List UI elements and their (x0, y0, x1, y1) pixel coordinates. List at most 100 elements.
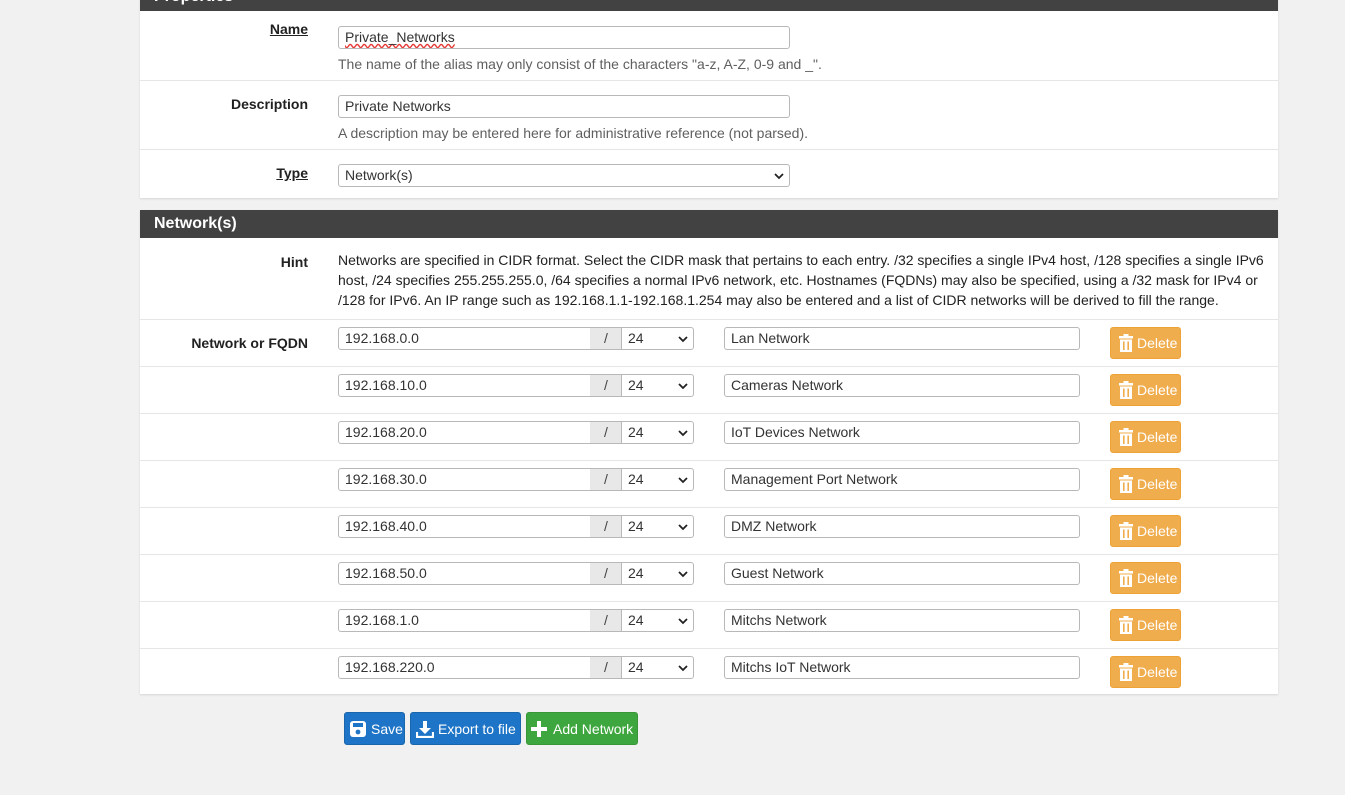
cidr-mask-select[interactable]: 24 (621, 374, 694, 397)
trash-icon (1119, 475, 1133, 493)
save-button[interactable]: Save (344, 712, 405, 745)
network-address-value: 192.168.50.0 (345, 565, 427, 581)
cidr-mask-value: 24 (628, 330, 644, 346)
network-address-input[interactable]: 192.168.30.0 (338, 468, 591, 491)
network-address-value: 192.168.20.0 (345, 424, 427, 440)
cidr-mask-select[interactable]: 24 (621, 609, 694, 632)
delete-button[interactable]: Delete (1110, 421, 1181, 453)
name-input[interactable]: Private_Networks (338, 26, 790, 49)
cidr-slash: / (590, 609, 622, 632)
network-address-input[interactable]: 192.168.1.0 (338, 609, 591, 632)
delete-button[interactable]: Delete (1110, 656, 1181, 688)
save-label: Save (371, 721, 403, 737)
network-row: 192.168.40.0 / 24 DMZ Network Delete (140, 507, 1278, 554)
network-address-value: 192.168.10.0 (345, 377, 427, 393)
network-address-input[interactable]: 192.168.50.0 (338, 562, 591, 585)
chevron-down-icon (678, 383, 688, 390)
network-description-value: Management Port Network (731, 471, 898, 487)
properties-panel: Properties Name Private_Networks The nam… (140, 0, 1278, 198)
delete-label: Delete (1137, 382, 1178, 398)
name-value: Private_Networks (345, 29, 455, 45)
delete-button[interactable]: Delete (1110, 327, 1181, 359)
trash-icon (1119, 334, 1133, 352)
cidr-mask-value: 24 (628, 471, 644, 487)
cidr-mask-select[interactable]: 24 (621, 562, 694, 585)
cidr-mask-select[interactable]: 24 (621, 327, 694, 350)
trash-icon (1119, 569, 1133, 587)
cidr-mask-select[interactable]: 24 (621, 468, 694, 491)
floppy-disk-icon (350, 721, 366, 737)
trash-icon (1119, 616, 1133, 634)
cidr-mask-value: 24 (628, 424, 644, 440)
chevron-down-icon (678, 430, 688, 437)
network-row: 192.168.30.0 / 24 Management Port Network De… (140, 460, 1278, 507)
network-description-input[interactable]: Mitchs IoT Network (724, 656, 1080, 679)
chevron-down-icon (678, 336, 688, 343)
delete-label: Delete (1137, 335, 1178, 351)
cidr-slash: / (590, 468, 622, 491)
network-description-input[interactable]: Guest Network (724, 562, 1080, 585)
trash-icon (1119, 522, 1133, 540)
network-description-input[interactable]: IoT Devices Network (724, 421, 1080, 444)
network-address-input[interactable]: 192.168.220.0 (338, 656, 591, 679)
trash-icon (1119, 381, 1133, 399)
name-row: Name Private_Networks The name of the al… (140, 11, 1278, 80)
type-label: Type (276, 165, 308, 181)
network-description-input[interactable]: Management Port Network (724, 468, 1080, 491)
network-description-input[interactable]: Cameras Network (724, 374, 1080, 397)
network-description-value: Guest Network (731, 565, 824, 581)
delete-label: Delete (1137, 664, 1178, 680)
network-description-value: Cameras Network (731, 377, 844, 393)
network-address-input[interactable]: 192.168.40.0 (338, 515, 591, 538)
network-description-input[interactable]: Lan Network (724, 327, 1080, 350)
chevron-down-icon (678, 477, 688, 484)
cidr-mask-value: 24 (628, 612, 644, 628)
cidr-mask-select[interactable]: 24 (621, 515, 694, 538)
cidr-slash: / (590, 562, 622, 585)
cidr-mask-select[interactable]: 24 (621, 421, 694, 444)
plus-icon (531, 721, 547, 737)
chevron-down-icon (774, 173, 784, 180)
cidr-mask-select[interactable]: 24 (621, 656, 694, 679)
properties-heading: Properties (140, 0, 1278, 11)
delete-label: Delete (1137, 617, 1178, 633)
network-address-input[interactable]: 192.168.10.0 (338, 374, 591, 397)
network-row-label: Network or FQDN (191, 335, 308, 351)
chevron-down-icon (678, 571, 688, 578)
network-description-value: Lan Network (731, 330, 810, 346)
description-value: Private Networks (345, 98, 451, 114)
cidr-mask-value: 24 (628, 518, 644, 534)
type-row: Type Network(s) (140, 149, 1278, 198)
delete-button[interactable]: Delete (1110, 374, 1181, 406)
network-description-input[interactable]: Mitchs Network (724, 609, 1080, 632)
type-select[interactable]: Network(s) (338, 164, 790, 187)
export-label: Export to file (438, 721, 516, 737)
cidr-mask-value: 24 (628, 565, 644, 581)
cidr-slash: / (590, 374, 622, 397)
delete-button[interactable]: Delete (1110, 562, 1181, 594)
delete-button[interactable]: Delete (1110, 609, 1181, 641)
network-description-input[interactable]: DMZ Network (724, 515, 1080, 538)
add-network-label: Add Network (553, 721, 634, 737)
cidr-mask-value: 24 (628, 659, 644, 675)
network-address-input[interactable]: 192.168.0.0 (338, 327, 591, 350)
add-network-button[interactable]: Add Network (526, 712, 638, 745)
network-row: 192.168.20.0 / 24 IoT Devices Network Delete (140, 413, 1278, 460)
delete-button[interactable]: Delete (1110, 515, 1181, 547)
network-address-value: 192.168.30.0 (345, 471, 427, 487)
network-description-value: IoT Devices Network (731, 424, 860, 440)
download-icon (416, 721, 434, 738)
type-value: Network(s) (345, 167, 413, 183)
chevron-down-icon (678, 524, 688, 531)
hint-text: Networks are specified in CIDR format. S… (338, 252, 1264, 308)
cidr-slash: / (590, 656, 622, 679)
delete-label: Delete (1137, 523, 1178, 539)
network-address-input[interactable]: 192.168.20.0 (338, 421, 591, 444)
delete-button[interactable]: Delete (1110, 468, 1181, 500)
network-description-value: Mitchs Network (731, 612, 827, 628)
export-button[interactable]: Export to file (410, 712, 521, 745)
network-description-value: Mitchs IoT Network (731, 659, 851, 675)
trash-icon (1119, 428, 1133, 446)
chevron-down-icon (678, 665, 688, 672)
description-input[interactable]: Private Networks (338, 95, 790, 118)
